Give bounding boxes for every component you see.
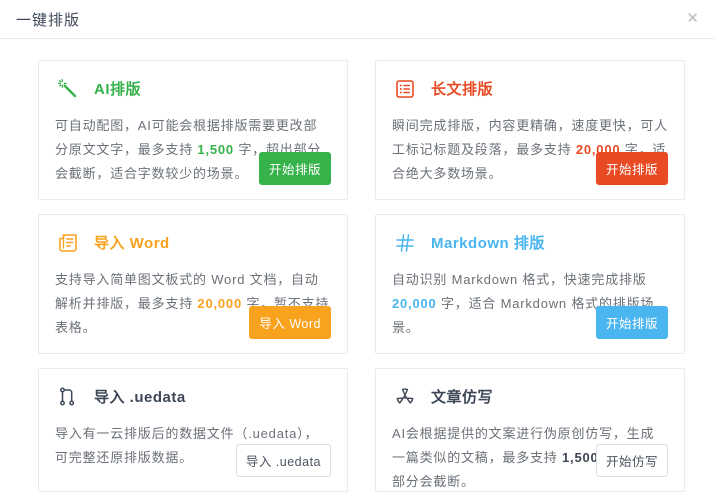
close-icon[interactable]: ✕ (683, 8, 702, 29)
desc-limit-number: 20,000 (197, 296, 242, 311)
word-document-icon (55, 230, 80, 255)
radiation-icon (392, 384, 417, 409)
dialog-title: 一键排版 (16, 9, 80, 30)
card-header: 导入 Word (55, 230, 331, 255)
import-word-button[interactable]: 导入 Word (249, 306, 331, 339)
start-layout-button[interactable]: 开始排版 (596, 306, 668, 339)
desc-limit-number: 1,500 (562, 450, 599, 465)
card-header: Markdown 排版 (392, 230, 668, 255)
card-header: 导入 .uedata (55, 384, 331, 409)
card-title: 文章仿写 (431, 386, 493, 407)
fork-icon (55, 384, 80, 409)
start-layout-button[interactable]: 开始排版 (596, 152, 668, 185)
card-title: 长文排版 (431, 78, 493, 99)
start-layout-button[interactable]: 开始排版 (259, 152, 331, 185)
ordered-list-icon (392, 76, 417, 101)
card-title: 导入 Word (94, 232, 170, 253)
card-article-rewrite: 文章仿写 AI会根据提供的文案进行伪原创仿写，生成一篇类似的文稿，最多支持 1,… (375, 368, 685, 492)
card-markdown-layout: Markdown 排版 自动识别 Markdown 格式，快速完成排版 20,0… (375, 214, 685, 354)
card-title: AI排版 (94, 78, 141, 99)
card-header: AI排版 (55, 76, 331, 101)
card-title: Markdown 排版 (431, 232, 545, 253)
dialog-header: 一键排版 ✕ (0, 0, 715, 39)
desc-text: 自动识别 Markdown 格式，快速完成排版 (392, 272, 647, 287)
card-header: 长文排版 (392, 76, 668, 101)
hash-icon (392, 230, 417, 255)
card-title: 导入 .uedata (94, 386, 186, 407)
magic-wand-icon (55, 76, 80, 101)
card-long-article-layout: 长文排版 瞬间完成排版，内容更精确，速度更快，可人工标记标题及段落，最多支持 2… (375, 60, 685, 200)
import-uedata-button[interactable]: 导入 .uedata (236, 444, 331, 477)
desc-limit-number: 1,500 (197, 142, 234, 157)
card-import-uedata: 导入 .uedata 导入有一云排版后的数据文件（.uedata）， 可完整还原… (38, 368, 348, 492)
start-rewrite-button[interactable]: 开始仿写 (596, 444, 668, 477)
desc-limit-number: 20,000 (392, 296, 437, 311)
card-import-word: 导入 Word 支持导入简单图文板式的 Word 文档，自动解析并排版，最多支持… (38, 214, 348, 354)
card-ai-layout: AI排版 可自动配图，AI可能会根据排版需要更改部分原文文字，最多支持 1,50… (38, 60, 348, 200)
card-header: 文章仿写 (392, 384, 668, 409)
cards-grid: AI排版 可自动配图，AI可能会根据排版需要更改部分原文文字，最多支持 1,50… (0, 39, 715, 492)
